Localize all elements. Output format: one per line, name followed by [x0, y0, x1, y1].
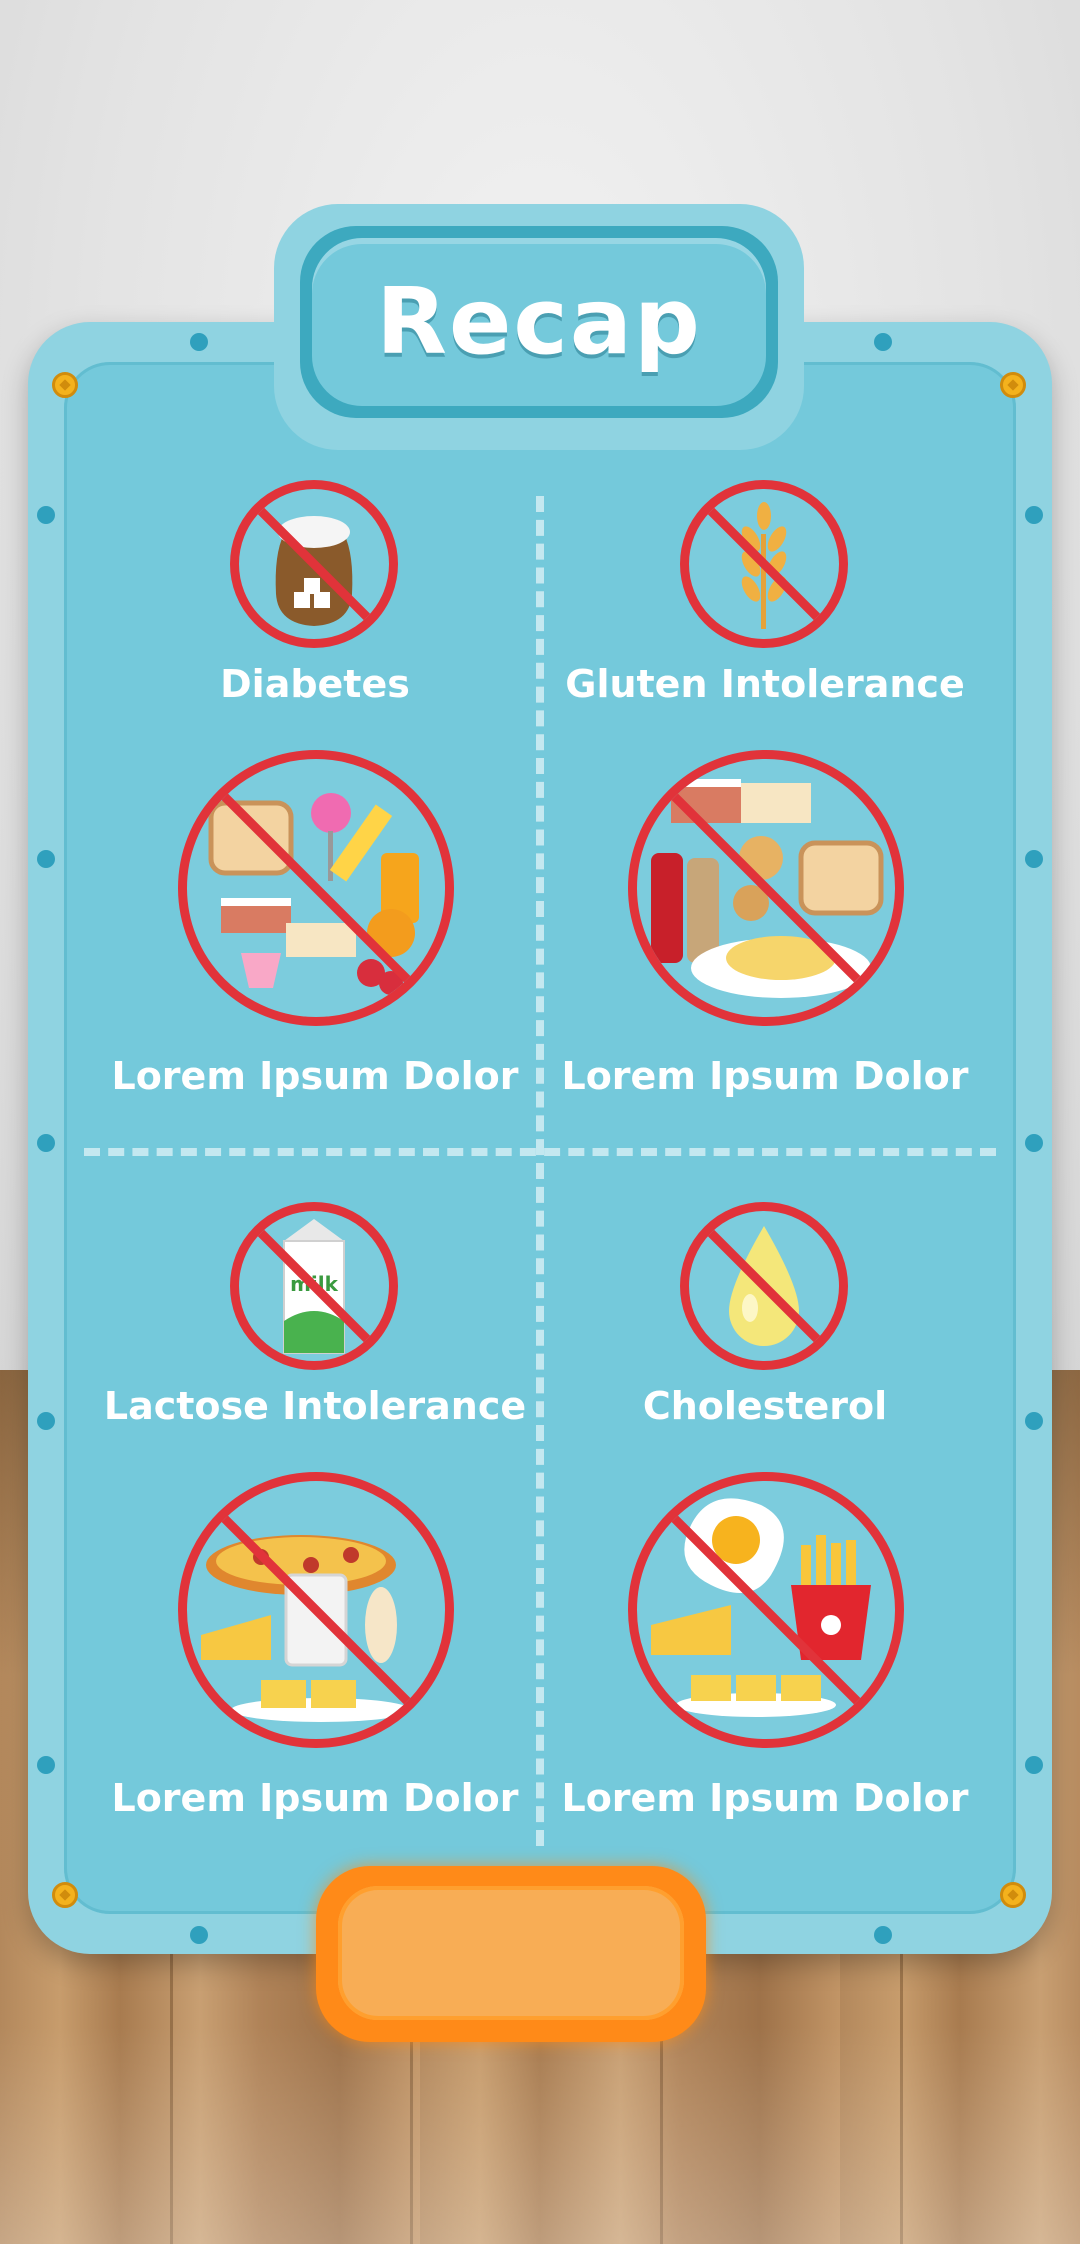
condition-label-gluten-intolerance: Gluten Intolerance: [565, 662, 965, 706]
screw-icon: [52, 1882, 78, 1908]
condition-label-diabetes: Diabetes: [220, 662, 410, 706]
rivet-dot: [37, 1756, 55, 1774]
fatty-foods-icon: [628, 1472, 904, 1748]
rivet-dot: [874, 333, 892, 351]
rivet-dot: [1025, 850, 1043, 868]
rivet-dot: [1025, 506, 1043, 524]
rivet-dot: [37, 1412, 55, 1430]
rivet-dot: [37, 850, 55, 868]
rivet-dot: [1025, 1134, 1043, 1152]
sweets-icon: [178, 750, 454, 1026]
rivet-dot: [1025, 1756, 1043, 1774]
foods-label-cholesterol: Lorem Ipsum Dolor: [561, 1776, 969, 1820]
page-title: Recap: [376, 268, 702, 375]
foods-label-lactose-intolerance: Lorem Ipsum Dolor: [111, 1776, 519, 1820]
milk-carton-icon: milk: [230, 1202, 398, 1370]
oil-drop-icon: [680, 1202, 848, 1370]
rivet-dot: [874, 1926, 892, 1944]
horizontal-divider: [84, 1148, 996, 1156]
foods-label-diabetes: Lorem Ipsum Dolor: [111, 1054, 519, 1098]
dairy-foods-icon: [178, 1472, 454, 1748]
wheat-icon: [680, 480, 848, 648]
screw-icon: [1000, 372, 1026, 398]
screw-icon: [1000, 1882, 1026, 1908]
rivet-dot: [37, 506, 55, 524]
continue-button-face[interactable]: [338, 1886, 684, 2020]
rivet-dot: [190, 1926, 208, 1944]
condition-label-cholesterol: Cholesterol: [642, 1384, 888, 1428]
rivet-dot: [1025, 1412, 1043, 1430]
rivet-dot: [37, 1134, 55, 1152]
condition-label-lactose-intolerance: Lactose Intolerance: [103, 1384, 527, 1428]
foods-label-gluten-intolerance: Lorem Ipsum Dolor: [561, 1054, 969, 1098]
rivet-dot: [190, 333, 208, 351]
gluten-foods-icon: [628, 750, 904, 1026]
screw-icon: [52, 372, 78, 398]
sugar-sack-icon: [230, 480, 398, 648]
